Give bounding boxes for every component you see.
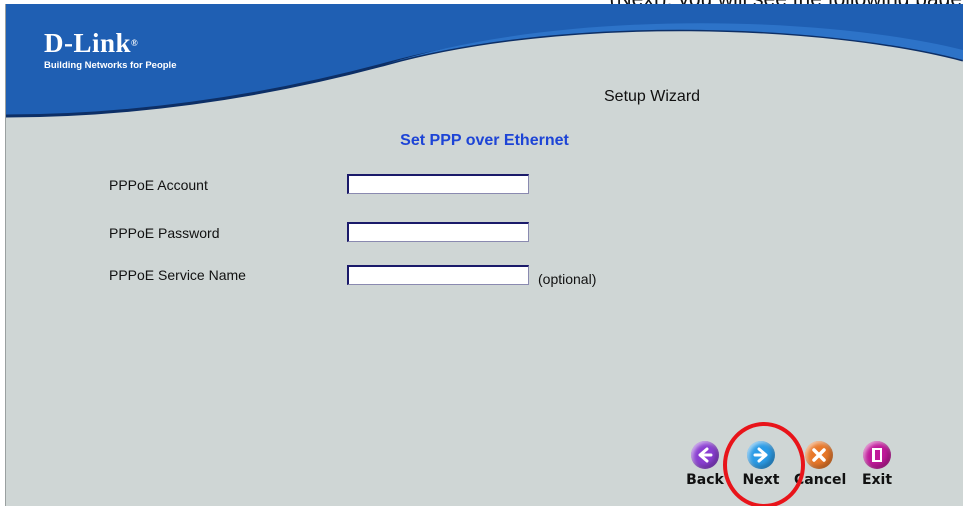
pppoe-password-label: PPPoE Password xyxy=(109,225,220,241)
exit-button[interactable]: Exit xyxy=(852,441,902,488)
optional-note: (optional) xyxy=(538,271,597,287)
arrow-right-icon xyxy=(747,441,775,469)
setup-wizard-panel: D-Link® Building Networks for People Set… xyxy=(5,4,963,506)
back-button[interactable]: Back xyxy=(680,441,730,488)
next-button[interactable]: Next xyxy=(736,441,786,488)
pppoe-service-name-label: PPPoE Service Name xyxy=(109,267,246,283)
close-x-icon xyxy=(805,441,833,469)
pppoe-account-input[interactable] xyxy=(347,174,529,194)
pppoe-account-label: PPPoE Account xyxy=(109,177,208,193)
next-label: Next xyxy=(742,472,780,488)
pppoe-service-name-input[interactable] xyxy=(347,265,529,285)
arrow-left-icon xyxy=(691,441,719,469)
page-title: Setup Wizard xyxy=(604,88,701,105)
cancel-button[interactable]: Cancel xyxy=(794,441,847,488)
exit-label: Exit xyxy=(861,472,893,488)
pppoe-password-input[interactable] xyxy=(347,222,529,242)
section-title: Set PPP over Ethernet xyxy=(400,132,569,149)
dlink-logo: D-Link® Building Networks for People xyxy=(44,28,177,72)
cancel-label: Cancel xyxy=(794,472,847,488)
back-label: Back xyxy=(686,472,724,488)
exit-door-icon xyxy=(863,441,891,469)
